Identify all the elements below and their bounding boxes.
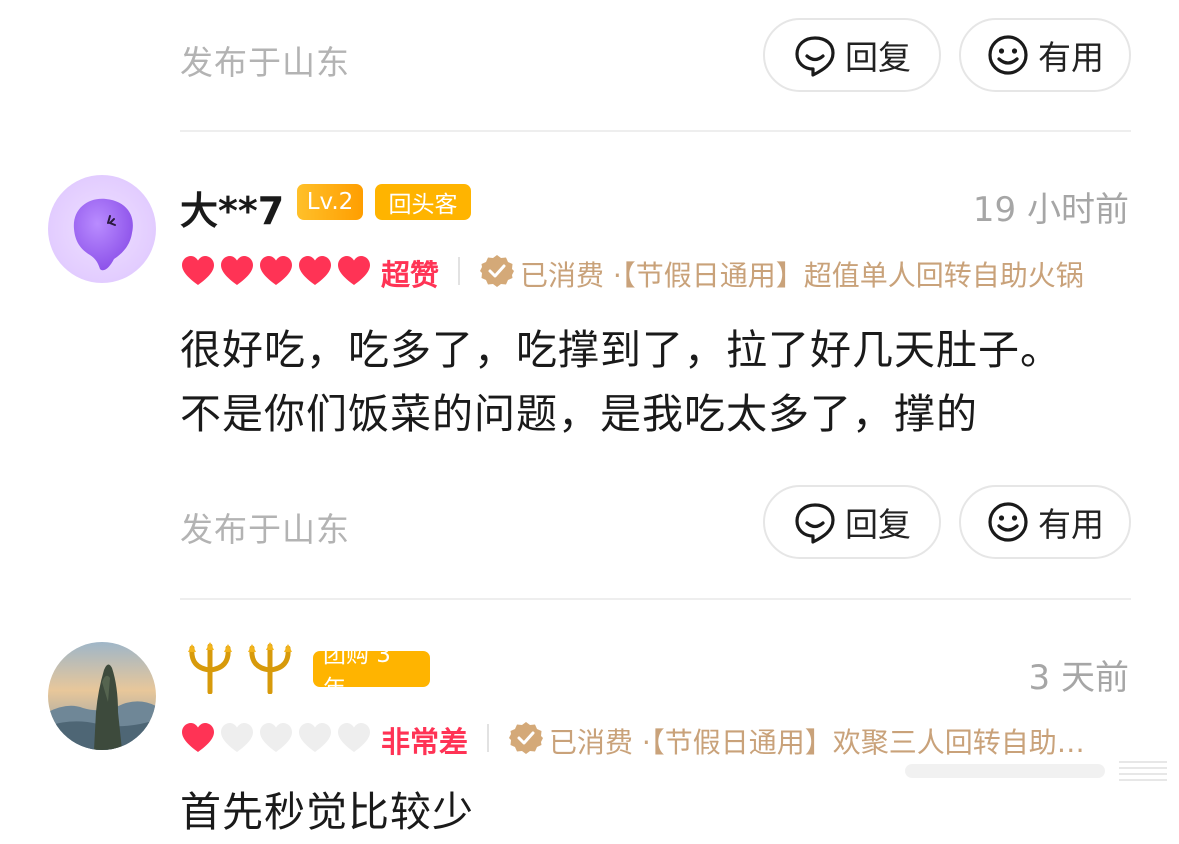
heart-filled-icon: [338, 256, 370, 285]
reply-button[interactable]: 回复: [763, 18, 941, 92]
review-content-line: 首先秒觉比较少: [180, 788, 474, 836]
trident-icon: [188, 642, 232, 694]
verified-badge-icon: [509, 722, 543, 754]
separator: [458, 257, 460, 285]
deal-info[interactable]: 已消费 ·【节假日通用】欢聚三人回转自助…: [549, 721, 1129, 761]
heart-empty-icon: [221, 723, 253, 752]
rating-text: 超赞: [381, 258, 440, 292]
heart-empty-icon: [299, 723, 331, 752]
review-time: 3 天前: [1028, 658, 1129, 698]
heart-filled-icon: [260, 256, 292, 285]
smile-icon: [988, 502, 1028, 542]
avatar[interactable]: [48, 642, 156, 750]
useful-label: 有用: [1038, 38, 1104, 77]
group-buy-years-badge: 团购 3 年: [313, 642, 430, 702]
heart-empty-icon: [338, 723, 370, 752]
level-badge: Lv.2: [297, 184, 363, 220]
avatar-image: [48, 642, 156, 750]
reply-button[interactable]: 回复: [763, 485, 941, 559]
useful-button[interactable]: 有用: [959, 18, 1131, 92]
heart-filled-icon: [182, 256, 214, 285]
avatar-image: [73, 198, 133, 271]
comment-icon: [795, 503, 835, 544]
useful-button[interactable]: 有用: [959, 485, 1131, 559]
rating-text: 非常差: [381, 725, 469, 759]
repeat-customer-badge: 回头客: [375, 184, 471, 220]
username[interactable]: 大**7: [180, 180, 284, 235]
smile-icon: [988, 35, 1028, 75]
review-content-line: 不是你们饭菜的问题，是我吃太多了，撑的: [180, 390, 978, 438]
deal-info[interactable]: 已消费 ·【节假日通用】超值单人回转自助火锅: [520, 254, 1130, 294]
location-label: 发布于山东: [180, 43, 350, 82]
comment-icon: [795, 36, 835, 77]
divider: [180, 598, 1131, 600]
heart-empty-icon: [260, 723, 292, 752]
heart-filled-icon: [299, 256, 331, 285]
divider: [180, 130, 1131, 132]
location-label: 发布于山东: [180, 510, 350, 549]
reply-label: 回复: [845, 505, 911, 544]
trident-icon: [248, 642, 292, 694]
useful-label: 有用: [1038, 505, 1104, 544]
reply-label: 回复: [845, 38, 911, 77]
verified-badge-icon: [480, 255, 514, 287]
review-time: 19 小时前: [972, 190, 1129, 230]
avatar[interactable]: [48, 175, 156, 283]
watermark: [905, 756, 1170, 786]
separator: [487, 724, 489, 752]
heart-filled-icon: [182, 723, 214, 752]
review-content-line: 很好吃，吃多了，吃撑到了，拉了好几天肚子。: [180, 326, 1062, 374]
heart-filled-icon: [221, 256, 253, 285]
